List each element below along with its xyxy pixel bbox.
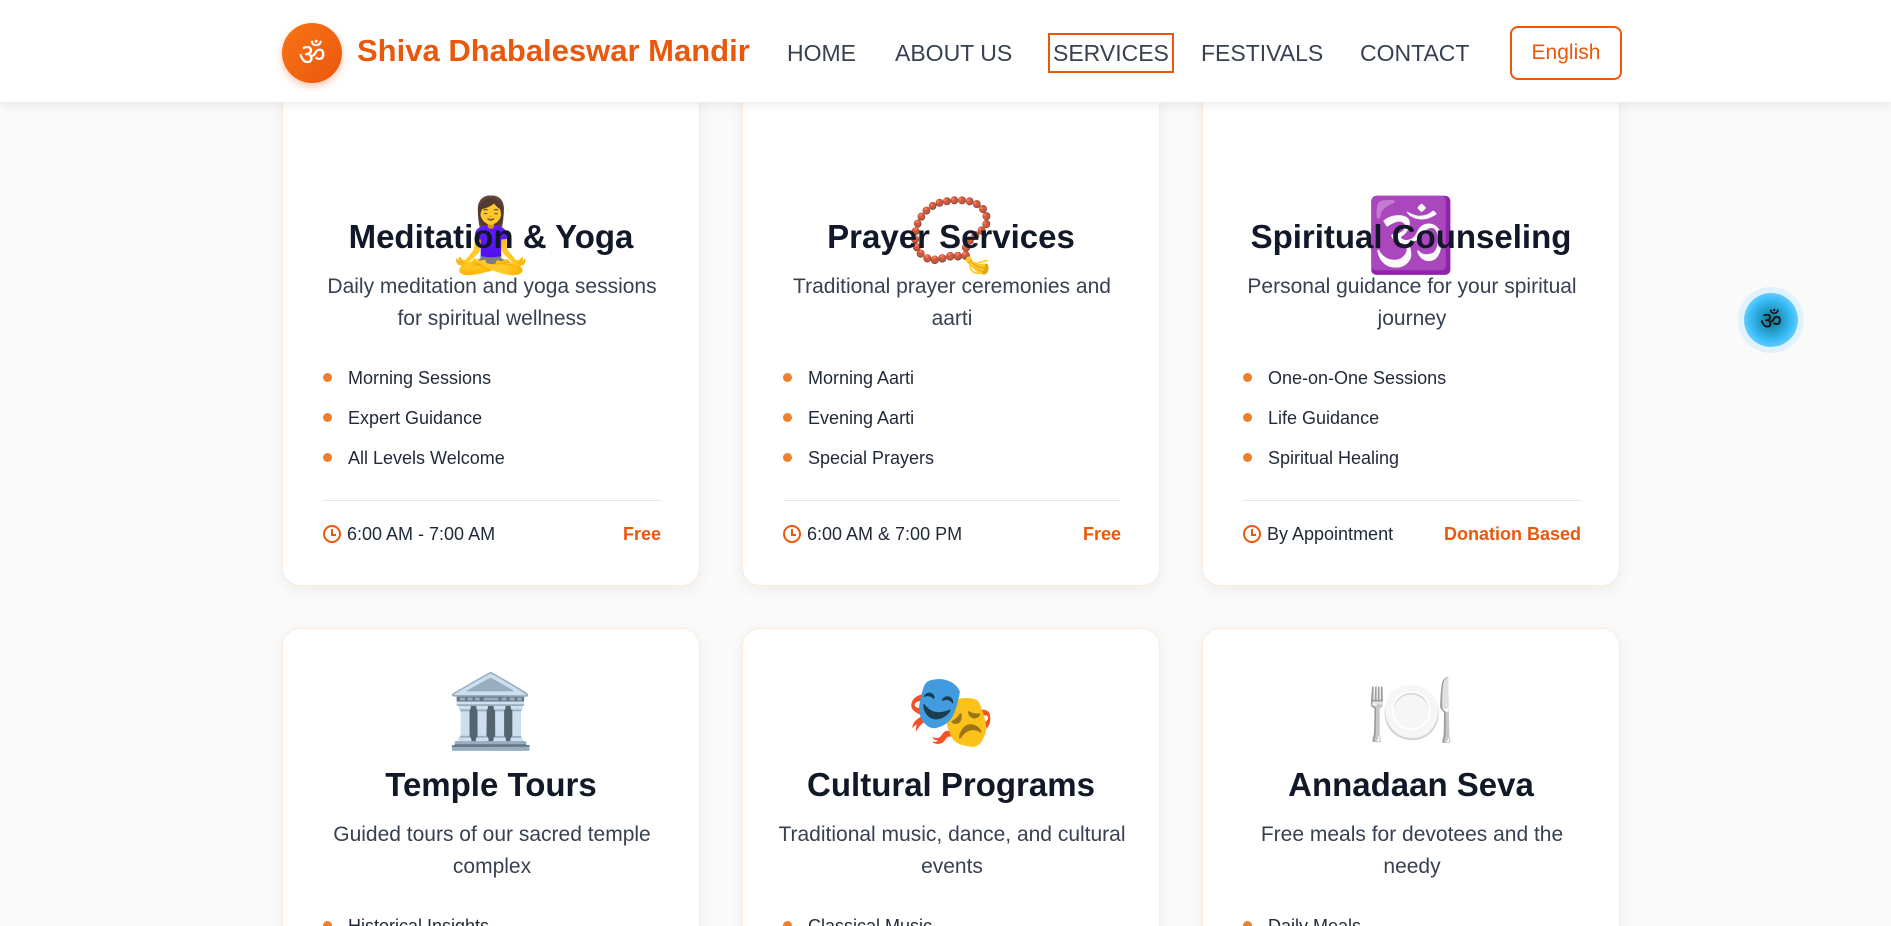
om-floating-button[interactable]: ॐ <box>1744 293 1798 347</box>
service-card-annadaan[interactable]: 🍽️ Annadaan Seva Free meals for devotees… <box>1202 628 1620 926</box>
feature-list: Morning Aarti Evening Aarti Special Pray… <box>783 358 1123 478</box>
card-description: Traditional music, dance, and cultural e… <box>778 823 1126 878</box>
divider <box>1243 500 1581 501</box>
service-card-cultural[interactable]: 🎭 Cultural Programs Traditional music, d… <box>742 628 1160 926</box>
clock-icon <box>1243 525 1261 543</box>
card-title: Spiritual Counseling <box>1250 218 1572 255</box>
theater-masks-icon: 🎭 <box>906 669 996 753</box>
card-title: Cultural Programs <box>807 766 1095 803</box>
feature-list: One-on-One Sessions Life Guidance Spirit… <box>1243 358 1583 478</box>
feature-item: Historical Insights <box>323 906 663 926</box>
nav-home[interactable]: HOME <box>787 33 856 73</box>
feature-list: Morning Sessions Expert Guidance All Lev… <box>323 358 663 478</box>
feature-item: Expert Guidance <box>323 398 663 438</box>
feature-item: Life Guidance <box>1243 398 1583 438</box>
nav-festivals[interactable]: FESTIVALS <box>1201 33 1323 73</box>
feature-item: One-on-One Sessions <box>1243 358 1583 398</box>
language-button[interactable]: English <box>1510 26 1622 80</box>
temple-icon: 🏛️ <box>446 669 536 753</box>
card-title: Prayer Services <box>827 218 1075 255</box>
feature-list: Classical Music <box>783 906 1123 926</box>
schedule: 6:00 AM & 7:00 PM <box>783 519 962 549</box>
feature-item: Morning Sessions <box>323 358 663 398</box>
om-icon: ॐ <box>1760 306 1782 335</box>
service-card-counseling[interactable]: 🕉️ Spiritual Counseling Personal guidanc… <box>1202 80 1620 586</box>
clock-icon <box>323 525 341 543</box>
card-title: Meditation & Yoga <box>348 218 634 255</box>
card-meta: 6:00 AM - 7:00 AM Free <box>323 519 661 549</box>
card-description: Guided tours of our sacred temple comple… <box>333 823 651 878</box>
feature-item: Classical Music <box>783 906 1123 926</box>
price-label: Free <box>1082 524 1121 544</box>
nav-services[interactable]: SERVICES <box>1048 33 1174 73</box>
service-card-temple-tours[interactable]: 🏛️ Temple Tours Guided tours of our sacr… <box>282 628 700 926</box>
service-card-meditation[interactable]: 🧘‍♀️ Meditation & Yoga Daily meditation … <box>282 80 700 586</box>
nav-about-us[interactable]: ABOUT US <box>895 33 1012 73</box>
card-description: Daily meditation and yoga sessions for s… <box>327 275 657 330</box>
feature-item: All Levels Welcome <box>323 438 663 478</box>
plate-cutlery-icon: 🍽️ <box>1366 669 1456 753</box>
nav-contact[interactable]: CONTACT <box>1360 33 1469 73</box>
card-description: Personal guidance for your spiritual jou… <box>1247 275 1577 330</box>
feature-item: Morning Aarti <box>783 358 1123 398</box>
feature-item: Daily Meals <box>1243 906 1583 926</box>
card-title: Temple Tours <box>385 766 597 803</box>
card-meta: 6:00 AM & 7:00 PM Free <box>783 519 1121 549</box>
price-label: Free <box>622 524 661 544</box>
card-meta: By Appointment Donation Based <box>1243 519 1581 549</box>
schedule-text: 6:00 AM - 7:00 AM <box>347 524 496 544</box>
feature-list: Historical Insights <box>323 906 663 926</box>
schedule: 6:00 AM - 7:00 AM <box>323 519 495 549</box>
schedule: By Appointment <box>1243 519 1393 549</box>
feature-item: Special Prayers <box>783 438 1123 478</box>
divider <box>323 500 661 501</box>
card-title: Annadaan Seva <box>1288 766 1534 803</box>
divider <box>783 500 1121 501</box>
feature-item: Spiritual Healing <box>1243 438 1583 478</box>
clock-icon <box>783 525 801 543</box>
service-card-prayer[interactable]: 📿 Prayer Services Traditional prayer cer… <box>742 80 1160 586</box>
site-brand[interactable]: Shiva Dhabaleswar Mandir <box>357 33 750 69</box>
card-description: Free meals for devotees and the needy <box>1260 823 1564 878</box>
schedule-text: By Appointment <box>1267 524 1394 544</box>
feature-list: Daily Meals <box>1243 906 1583 926</box>
schedule-text: 6:00 AM & 7:00 PM <box>807 524 963 544</box>
site-header: ॐ Shiva Dhabaleswar Mandir HOME ABOUT US… <box>0 0 1891 103</box>
feature-item: Evening Aarti <box>783 398 1123 438</box>
om-logo-icon[interactable]: ॐ <box>282 23 342 83</box>
card-description: Traditional prayer ceremonies and aarti <box>793 275 1111 330</box>
price-label: Donation Based <box>1443 524 1581 544</box>
